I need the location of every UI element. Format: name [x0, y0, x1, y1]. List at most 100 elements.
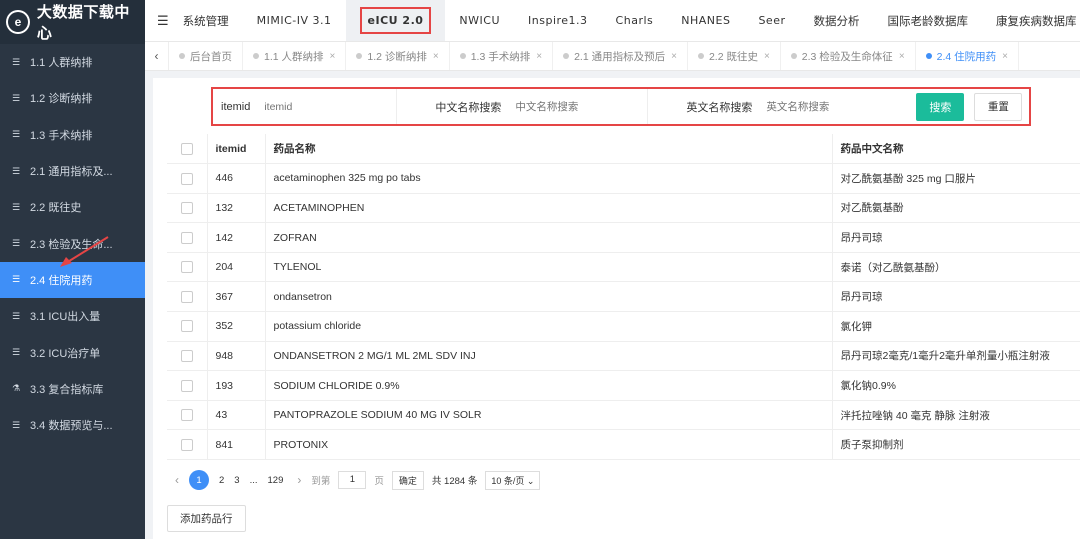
topnav-item-7[interactable]: NHANES: [667, 0, 744, 41]
sidebar-item-2[interactable]: ☰ 1.2 诊断纳排: [0, 80, 145, 116]
page-number[interactable]: 3: [234, 475, 239, 486]
checkbox-icon[interactable]: [180, 172, 193, 185]
tab-1[interactable]: 后台首页: [169, 42, 243, 70]
row-checkbox[interactable]: [167, 370, 208, 401]
close-icon[interactable]: ×: [671, 51, 677, 62]
cell-drug-name: acetaminophen 325 mg po tabs: [265, 163, 833, 194]
add-drug-row-button[interactable]: 添加药品行: [167, 505, 246, 532]
close-icon[interactable]: ×: [330, 51, 336, 62]
table-row[interactable]: 841 PROTONIX 质子泵抑制剂: [167, 429, 1080, 461]
topnav-item-5[interactable]: Inspire1.3: [514, 0, 602, 41]
sidebar-item-label: 3.1 ICU出入量: [30, 311, 101, 324]
select-all-checkbox[interactable]: [167, 134, 208, 165]
row-checkbox[interactable]: [167, 341, 208, 372]
cell-drug-cn-name: 泰诺（对乙酰氨基酚）: [832, 252, 1080, 283]
reset-button[interactable]: 重置: [974, 92, 1023, 121]
table-row[interactable]: 367 ondansetron 昂丹司琼: [167, 281, 1080, 313]
sidebar-item-6[interactable]: ☰ 2.3 检验及生命...: [0, 225, 145, 261]
list-icon: ☰: [12, 274, 21, 285]
checkbox-icon[interactable]: [180, 320, 193, 333]
tab-8[interactable]: 2.4 住院用药 ×: [916, 42, 1020, 70]
tab-6[interactable]: 2.2 既往史 ×: [688, 42, 781, 70]
page-size-select[interactable]: 10 条/页 ⌄: [485, 470, 541, 490]
row-checkbox[interactable]: [167, 222, 208, 253]
table-row[interactable]: 948 ONDANSETRON 2 MG/1 ML 2ML SDV INJ 昂丹司琼…: [167, 341, 1080, 372]
checkbox-icon[interactable]: [180, 202, 193, 215]
checkbox-icon[interactable]: [180, 409, 193, 422]
tab-4[interactable]: 1.3 手术纳排 ×: [450, 42, 554, 70]
row-checkbox[interactable]: [167, 163, 208, 194]
topnav-item-6[interactable]: Charls: [602, 0, 668, 41]
topnav-item-3[interactable]: eICU 2.0: [345, 0, 446, 41]
page-number[interactable]: 129: [268, 475, 284, 486]
topnav-item-label: 数据分析: [813, 15, 860, 28]
checkbox-icon[interactable]: [180, 379, 193, 392]
page-number[interactable]: 1: [189, 470, 209, 490]
sidebar-item-label: 2.4 住院用药: [30, 274, 93, 287]
page-number[interactable]: 2: [219, 475, 224, 486]
close-icon[interactable]: ×: [536, 51, 542, 62]
list-icon: ☰: [12, 347, 21, 358]
tab-2[interactable]: 1.1 人群纳排 ×: [243, 42, 347, 70]
row-checkbox[interactable]: [167, 429, 208, 461]
tab-3[interactable]: 1.2 诊断纳排 ×: [346, 42, 450, 70]
tabs-scroll-left-icon[interactable]: ‹: [145, 42, 169, 70]
row-checkbox[interactable]: [167, 400, 208, 431]
goto-page-input[interactable]: 1: [338, 471, 367, 489]
itemid-input[interactable]: [258, 93, 389, 120]
cell-drug-name: ondansetron: [265, 281, 833, 313]
table-row[interactable]: 43 PANTOPRAZOLE SODIUM 40 MG IV SOLR 泮托拉唑钠…: [167, 400, 1080, 431]
table-row[interactable]: 446 acetaminophen 325 mg po tabs 对乙酰氨基酚 32…: [167, 163, 1080, 194]
sidebar-item-1[interactable]: ☰ 1.1 人群纳排: [0, 44, 145, 80]
search-button[interactable]: 搜索: [916, 92, 965, 121]
row-checkbox[interactable]: [167, 281, 208, 313]
checkbox-icon[interactable]: [180, 261, 193, 274]
cell-drug-name: ONDANSETRON 2 MG/1 ML 2ML SDV INJ: [265, 341, 833, 372]
tab-7[interactable]: 2.3 检验及生命体征 ×: [781, 42, 916, 70]
checkbox-icon[interactable]: [180, 350, 193, 363]
en-name-input[interactable]: [760, 93, 901, 120]
topnav-item-1[interactable]: 系统管理: [169, 0, 243, 41]
tab-5[interactable]: 2.1 通用指标及预后 ×: [553, 42, 688, 70]
cell-drug-cn-name: 昂丹司琼: [832, 281, 1080, 313]
table-row[interactable]: 352 potassium chloride 氯化钾: [167, 311, 1080, 342]
topnav-item-10[interactable]: 国际老龄数据库: [873, 0, 982, 41]
sidebar-item-9[interactable]: ☰ 3.2 ICU治疗单: [0, 334, 145, 370]
topnav-item-label: 康复疾病数据库: [995, 15, 1077, 28]
checkbox-icon[interactable]: [180, 231, 193, 244]
page-numbers: 1 2 3... 129: [189, 470, 293, 490]
close-icon[interactable]: ×: [1002, 51, 1008, 62]
sidebar-item-5[interactable]: ☰ 2.2 既往史: [0, 189, 145, 225]
table-row[interactable]: 142 ZOFRAN 昂丹司琼: [167, 222, 1080, 253]
table-row[interactable]: 193 SODIUM CHLORIDE 0.9% 氯化钠0.9%: [167, 370, 1080, 401]
sidebar-item-4[interactable]: ☰ 2.1 通用指标及...: [0, 153, 145, 189]
drug-table: itemid 药品名称 药品中文名称 446 acetaminophen 325 …: [167, 134, 1080, 461]
close-icon[interactable]: ×: [899, 51, 905, 62]
sidebar-item-11[interactable]: ☰ 3.4 数据预览与...: [0, 407, 145, 443]
hamburger-menu-icon[interactable]: ☰: [157, 13, 169, 29]
row-checkbox[interactable]: [167, 311, 208, 342]
topnav-item-8[interactable]: Seer: [744, 0, 799, 41]
prev-page-button[interactable]: ‹: [175, 473, 179, 487]
top-nav-items: 系统管理 MIMIC-IV 3.1 eICU 2.0 NWICU Inspire1.3 C…: [169, 0, 1080, 41]
topnav-item-9[interactable]: 数据分析: [799, 0, 873, 41]
checkbox-icon[interactable]: [180, 438, 193, 451]
topnav-item-4[interactable]: NWICU: [445, 0, 514, 41]
close-icon[interactable]: ×: [433, 51, 439, 62]
row-checkbox[interactable]: [167, 252, 208, 283]
checkbox-icon[interactable]: [180, 142, 193, 155]
sidebar-item-8[interactable]: ☰ 3.1 ICU出入量: [0, 298, 145, 334]
row-checkbox[interactable]: [167, 193, 208, 224]
table-row[interactable]: 204 TYLENOL 泰诺（对乙酰氨基酚）: [167, 252, 1080, 283]
table-row[interactable]: 132 ACETAMINOPHEN 对乙酰氨基酚: [167, 193, 1080, 224]
close-icon[interactable]: ×: [764, 51, 770, 62]
sidebar-item-10[interactable]: ⚗ 3.3 复合指标库: [0, 371, 145, 407]
cn-name-input[interactable]: [509, 93, 640, 120]
goto-confirm-button[interactable]: 确定: [391, 470, 424, 490]
topnav-item-11[interactable]: 康复疾病数据库: [982, 0, 1080, 41]
next-page-button[interactable]: ›: [297, 473, 301, 487]
sidebar-item-3[interactable]: ☰ 1.3 手术纳排: [0, 117, 145, 153]
checkbox-icon[interactable]: [180, 290, 193, 303]
sidebar-item-7[interactable]: ☰ 2.4 住院用药: [0, 261, 145, 299]
topnav-item-2[interactable]: MIMIC-IV 3.1: [243, 0, 346, 41]
